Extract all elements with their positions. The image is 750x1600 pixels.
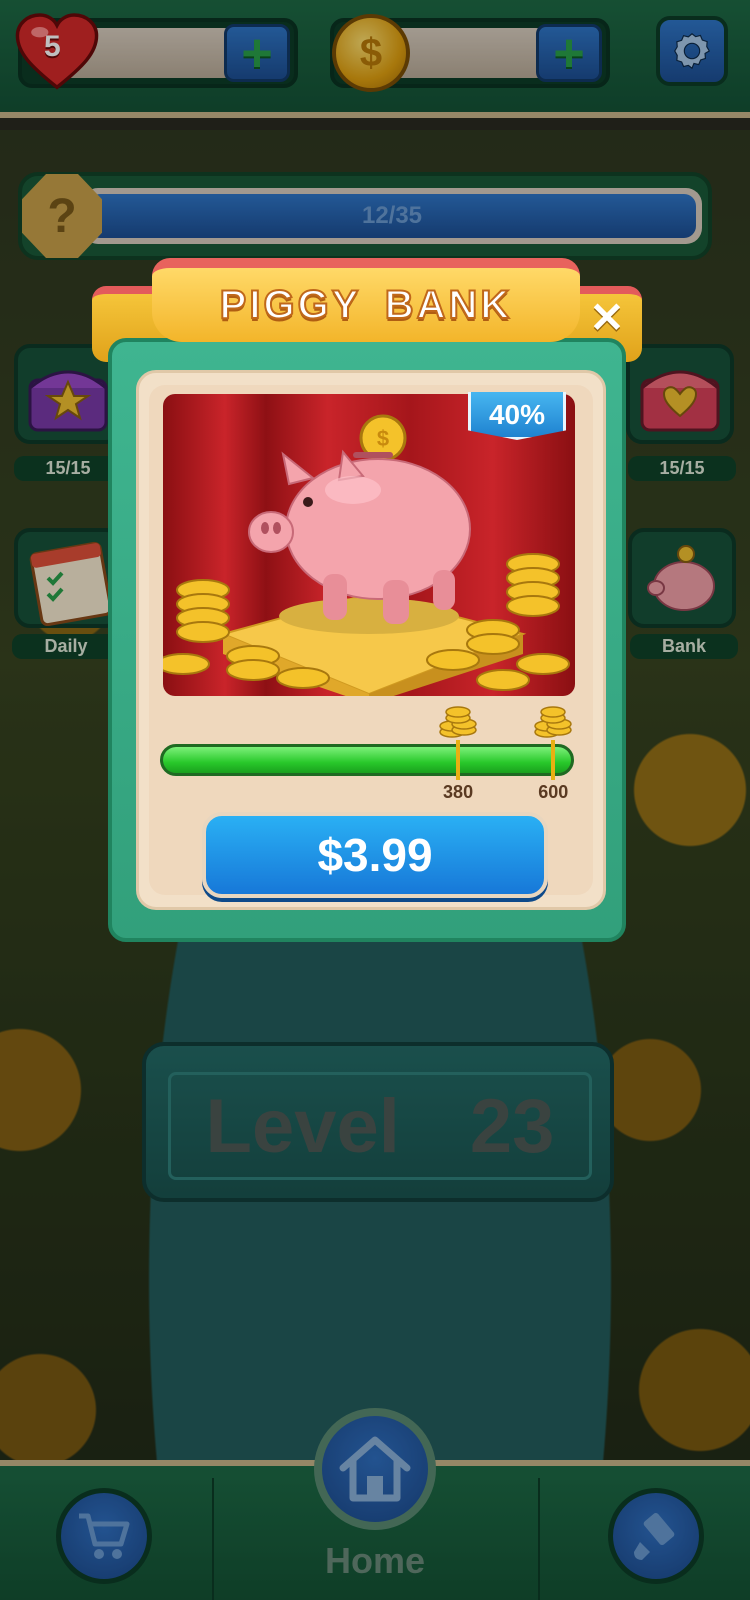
close-button[interactable]: ✕ [582,292,632,342]
milestone-label: 380 [443,782,474,802]
piggy-progress-bar [160,744,574,776]
milestone-marker [456,740,461,780]
piggy-progress-fill [163,747,571,773]
svg-text:$: $ [377,426,389,451]
milestone-marker [551,740,556,780]
milestone-label: 600 [538,782,569,802]
coin-stack-icon [534,706,573,738]
dialog-title: PIGGY BANK [219,282,513,328]
buy-button[interactable]: $3.99 [202,812,548,898]
piggy-icon [248,449,471,624]
piggy-bank-scene: $ [163,414,570,696]
coin-stack-icon [439,706,477,738]
discount-badge: 40% [468,392,566,440]
piggy-bank-illustration: $ [163,394,575,696]
dialog-title-ribbon: PIGGY BANK [152,258,580,342]
